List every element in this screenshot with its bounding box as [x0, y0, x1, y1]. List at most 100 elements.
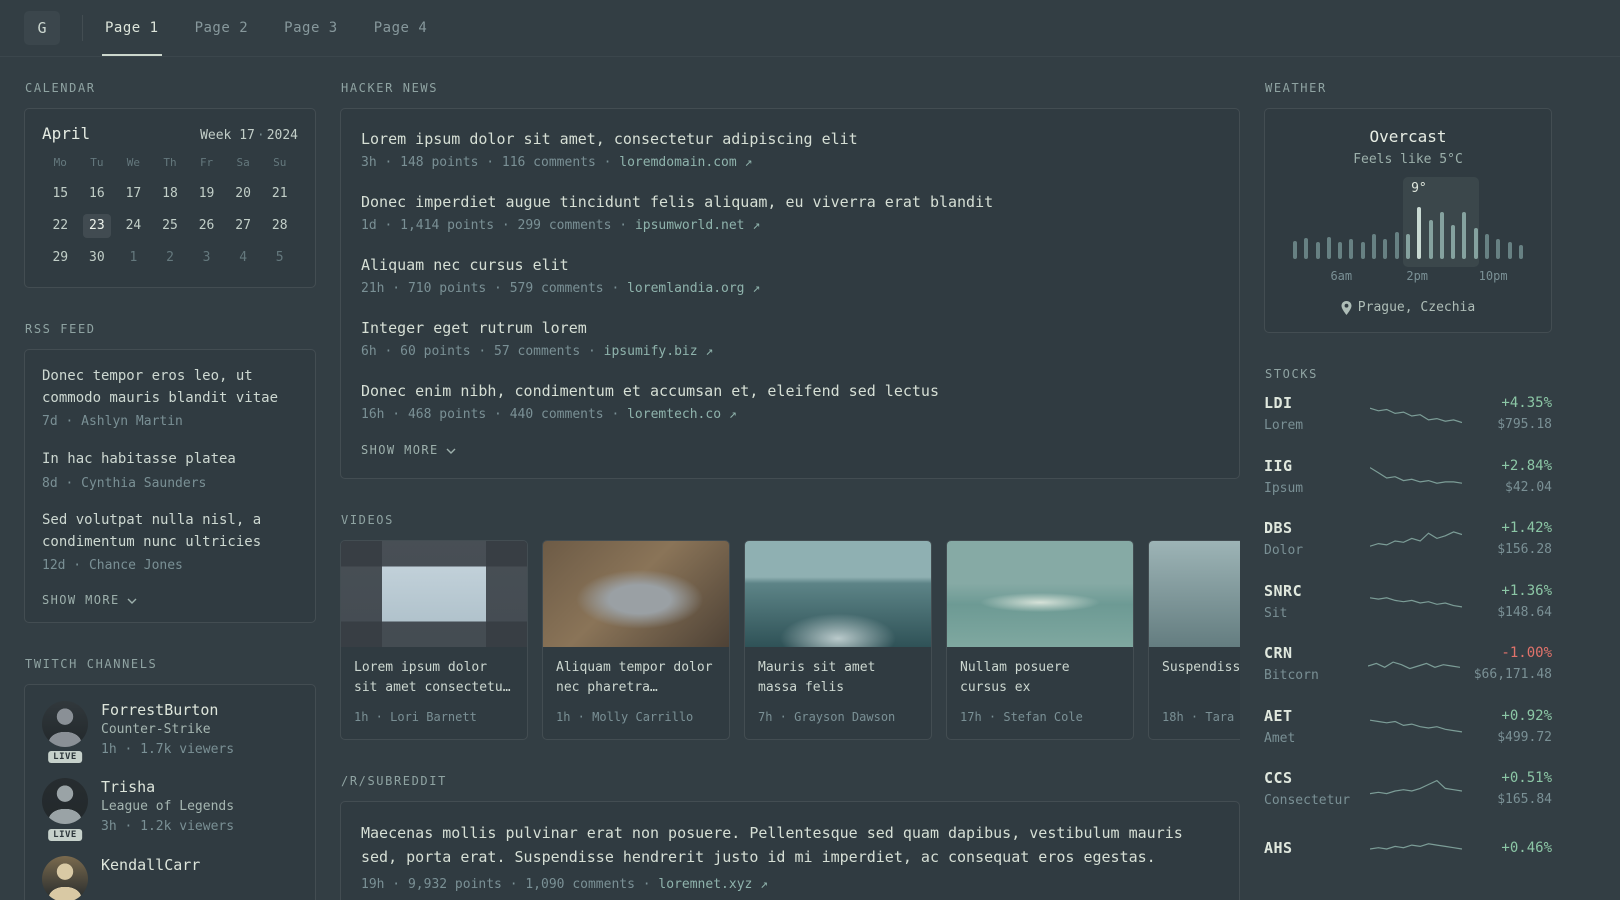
stock-sparkline: [1370, 586, 1462, 618]
calendar-day[interactable]: 15: [42, 182, 79, 206]
stock-row[interactable]: AET Amet +0.92% $499.72: [1264, 707, 1552, 749]
twitch-channel-name[interactable]: KendallCarr: [101, 856, 200, 874]
video-card[interactable]: Mauris sit amet massa felis 7h · Grayson …: [744, 540, 932, 741]
stock-row[interactable]: LDI Lorem +4.35% $795.18: [1264, 394, 1552, 436]
hn-item-title[interactable]: Donec enim nibh, condimentum et accumsan…: [361, 380, 1219, 403]
calendar-day[interactable]: 29: [42, 246, 79, 270]
chevron-down-icon: [127, 598, 137, 604]
stock-price: $66,171.48: [1473, 667, 1552, 682]
nav-tab-1[interactable]: Page 1: [102, 0, 162, 56]
hn-item-domain[interactable]: loremlandia.org ↗: [627, 281, 760, 296]
subreddit-card: Maecenas mollis pulvinar erat non posuer…: [340, 801, 1240, 900]
calendar-day[interactable]: 17: [115, 182, 152, 206]
hn-show-more-button[interactable]: SHOW MORE: [361, 443, 456, 457]
subreddit-section-title: /R/SUBREDDIT: [341, 774, 447, 789]
calendar-day[interactable]: 16: [79, 182, 116, 206]
calendar-day[interactable]: 19: [188, 182, 225, 206]
twitch-channel[interactable]: LIVE ForrestBurton Counter-Strike 1h · 1.7k…: [42, 700, 298, 764]
video-info: Aliquam tempor dolor nec pharetra… 1h · M…: [543, 647, 729, 739]
calendar-day[interactable]: 21: [261, 182, 298, 206]
rss-item-title[interactable]: Sed volutpat nulla nisl, a condimentum n…: [42, 512, 261, 550]
stock-sparkline: [1370, 774, 1462, 806]
hn-item: Lorem ipsum dolor sit amet, consectetur …: [361, 128, 1219, 172]
twitch-channel[interactable]: KendallCarr: [42, 855, 298, 900]
calendar-day[interactable]: 5: [261, 246, 298, 270]
twitch-channel[interactable]: LIVE Trisha League of Legends 3h · 1.2k vie…: [42, 778, 298, 841]
video-card[interactable]: Lorem ipsum dolor sit amet consectetu… 1h…: [340, 540, 528, 741]
calendar-day[interactable]: 4: [225, 246, 262, 270]
weather-bar: [1372, 234, 1377, 259]
calendar-day[interactable]: 26: [188, 214, 225, 238]
twitch-channel-meta: 1h · 1.7k viewers: [101, 741, 235, 757]
video-card[interactable]: Aliquam tempor dolor nec pharetra… 1h · M…: [542, 540, 730, 741]
rss-item-title[interactable]: In hac habitasse platea: [42, 451, 236, 467]
hn-item-title[interactable]: Donec imperdiet augue tincidunt felis al…: [361, 191, 1219, 214]
hn-item-title[interactable]: Lorem ipsum dolor sit amet, consectetur …: [361, 128, 1219, 151]
hn-item-domain[interactable]: loremtech.co ↗: [627, 407, 737, 422]
rss-item-meta: 8d · Cynthia Saunders: [42, 475, 207, 491]
twitch-channel-name[interactable]: Trisha: [101, 778, 155, 796]
rss-item-meta: 12d · Chance Jones: [42, 558, 183, 574]
stock-name: Ipsum: [1264, 480, 1304, 496]
stock-row[interactable]: SNRC Sit +1.36% $148.64: [1264, 582, 1552, 624]
calendar-day[interactable]: 24: [115, 214, 152, 238]
meta-separator: ·: [642, 877, 651, 893]
nav-tab-4[interactable]: Page 4: [374, 0, 428, 56]
calendar-day-today[interactable]: 23: [82, 214, 112, 238]
calendar-day[interactable]: 30: [79, 246, 116, 270]
app-logo[interactable]: G: [24, 11, 60, 45]
stock-row[interactable]: IIG Ipsum +2.84% $42.04: [1264, 457, 1552, 499]
nav-tab-3[interactable]: Page 3: [284, 0, 338, 56]
calendar-day[interactable]: 20: [225, 182, 262, 206]
video-meta: 1h · Lori Barnett: [354, 710, 477, 725]
video-meta: 17h · Stefan Cole: [960, 710, 1083, 725]
stock-sparkline: [1370, 399, 1462, 431]
calendar-day[interactable]: 1: [115, 246, 152, 270]
calendar-day[interactable]: 27: [225, 214, 262, 238]
twitch-channel-name[interactable]: ForrestBurton: [101, 701, 218, 719]
weather-card: Overcast Feels like 5°C 9° 6am 2pm 10pm Pr…: [1264, 108, 1552, 333]
stock-name: Bitcorn: [1264, 668, 1319, 683]
video-title: Lorem ipsum dolor sit amet consectetu…: [354, 660, 511, 696]
hn-item-title[interactable]: Integer eget rutrum lorem: [361, 317, 1219, 340]
calendar-day[interactable]: 18: [152, 182, 189, 206]
video-card[interactable]: Suspendisse diam 18h · Tara: [1148, 540, 1240, 741]
hn-item-info: 21h · 710 points · 579 comments ·: [361, 280, 628, 296]
stock-symbol: LDI: [1264, 394, 1293, 412]
weather-feels-like: Feels like 5°C: [1353, 152, 1463, 167]
hn-item-domain[interactable]: ipsumify.biz ↗: [604, 344, 714, 359]
rss-show-more-button[interactable]: SHOW MORE: [42, 593, 137, 607]
weather-bar: [1326, 237, 1331, 259]
hn-item-domain[interactable]: ipsumworld.net ↗: [635, 218, 760, 233]
hn-item: Integer eget rutrum lorem 6h · 60 points …: [361, 317, 1219, 361]
rss-item-title[interactable]: Donec tempor eros leo, ut commodo mauris…: [42, 368, 278, 406]
weather-bar: [1394, 232, 1399, 259]
stock-symbol: DBS: [1264, 519, 1293, 537]
calendar-day[interactable]: 22: [42, 214, 79, 238]
dashboard: CALENDAR April Week 17 · 2024 Mo Tu We Th Fr Sa…: [0, 57, 1620, 900]
weather-chart: 9°: [1293, 177, 1523, 267]
subreddit-post-domain[interactable]: loremnet.xyz ↗: [658, 877, 768, 892]
calendar-day[interactable]: 28: [261, 214, 298, 238]
left-column: CALENDAR April Week 17 · 2024 Mo Tu We Th Fr Sa…: [24, 81, 316, 900]
calendar-day[interactable]: 25: [152, 214, 189, 238]
hn-item: Aliquam nec cursus elit 21h · 710 points …: [361, 254, 1219, 298]
stock-symbol: SNRC: [1264, 581, 1303, 600]
calendar-dow: Sa: [236, 156, 250, 169]
hn-item-title[interactable]: Aliquam nec cursus elit: [361, 254, 1219, 277]
live-badge: LIVE: [48, 828, 82, 841]
stock-row[interactable]: AHS +0.46%: [1264, 832, 1552, 864]
calendar-day[interactable]: 2: [152, 246, 189, 270]
subreddit-post-title[interactable]: Maecenas mollis pulvinar erat non posuer…: [361, 821, 1219, 869]
video-card[interactable]: Nullam posuere cursus ex 17h · Stefan Col…: [946, 540, 1134, 741]
hn-item-domain[interactable]: loremdomain.com ↗: [619, 155, 752, 170]
nav-tab-2[interactable]: Page 2: [195, 0, 249, 56]
weather-bar: [1507, 242, 1512, 259]
stock-left: CCS Consectetur: [1264, 769, 1356, 811]
stock-row[interactable]: CCS Consectetur +0.51% $165.84: [1264, 769, 1552, 811]
hn-list: Lorem ipsum dolor sit amet, consectetur …: [361, 128, 1219, 424]
calendar-day[interactable]: 3: [188, 246, 225, 270]
stock-row[interactable]: CRN Bitcorn -1.00% $66,171.48: [1264, 644, 1552, 686]
stock-row[interactable]: DBS Dolor +1.42% $156.28: [1264, 519, 1552, 561]
sparkline-svg: [1370, 531, 1462, 547]
